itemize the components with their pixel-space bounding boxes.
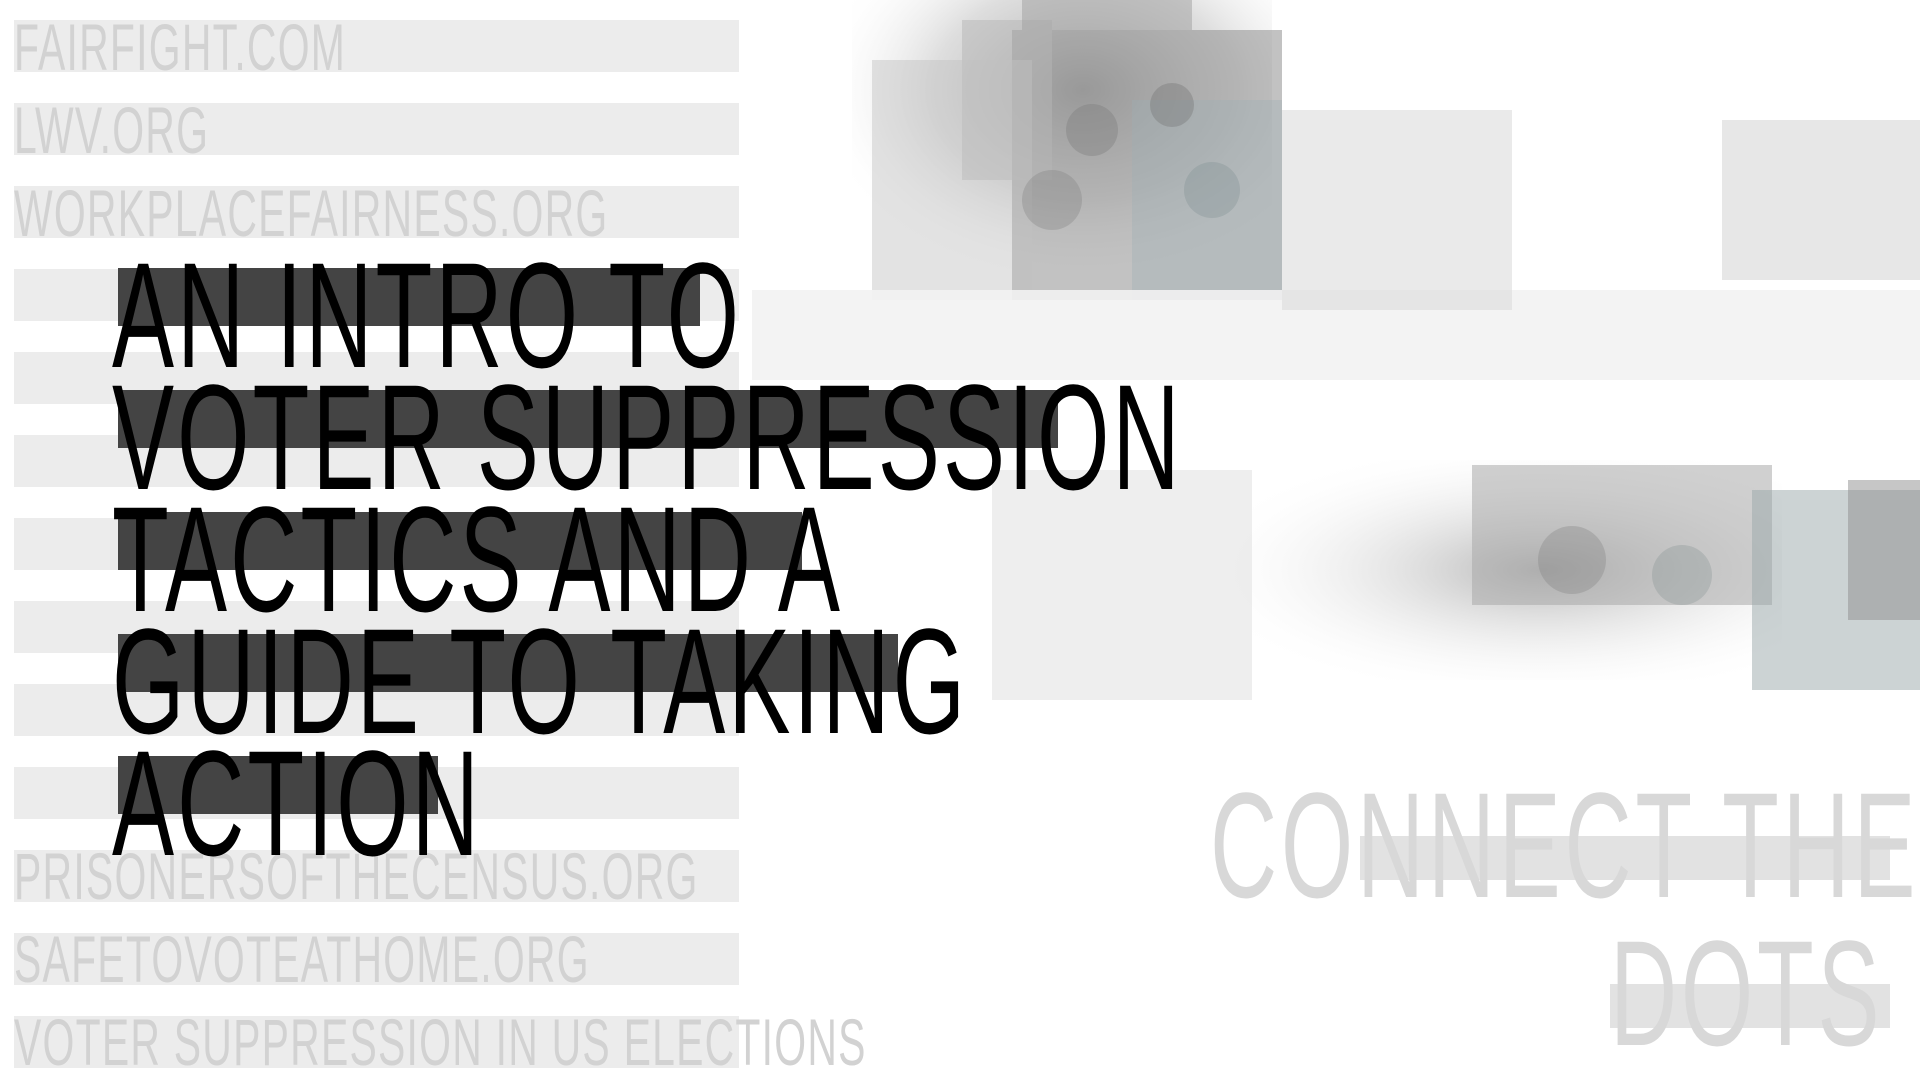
link-fairfight[interactable]: FAIRFIGHT.COM — [14, 14, 550, 80]
tagline-line-2: DOTS — [1610, 909, 1884, 1077]
headline-text: ACTION — [112, 719, 482, 887]
tagline-line-1: CONNECT THE — [1210, 761, 1920, 929]
link-voter-suppression-us-elections[interactable]: VOTER SUPPRESSION IN US ELECTIONS — [14, 1009, 1389, 1075]
link-lwv[interactable]: LWV.ORG — [14, 97, 329, 163]
tagline: CONNECT THE DOTS — [1210, 770, 1916, 1070]
link-safetovoteathome[interactable]: SAFETOVOTEATHOME.ORG — [14, 926, 943, 992]
